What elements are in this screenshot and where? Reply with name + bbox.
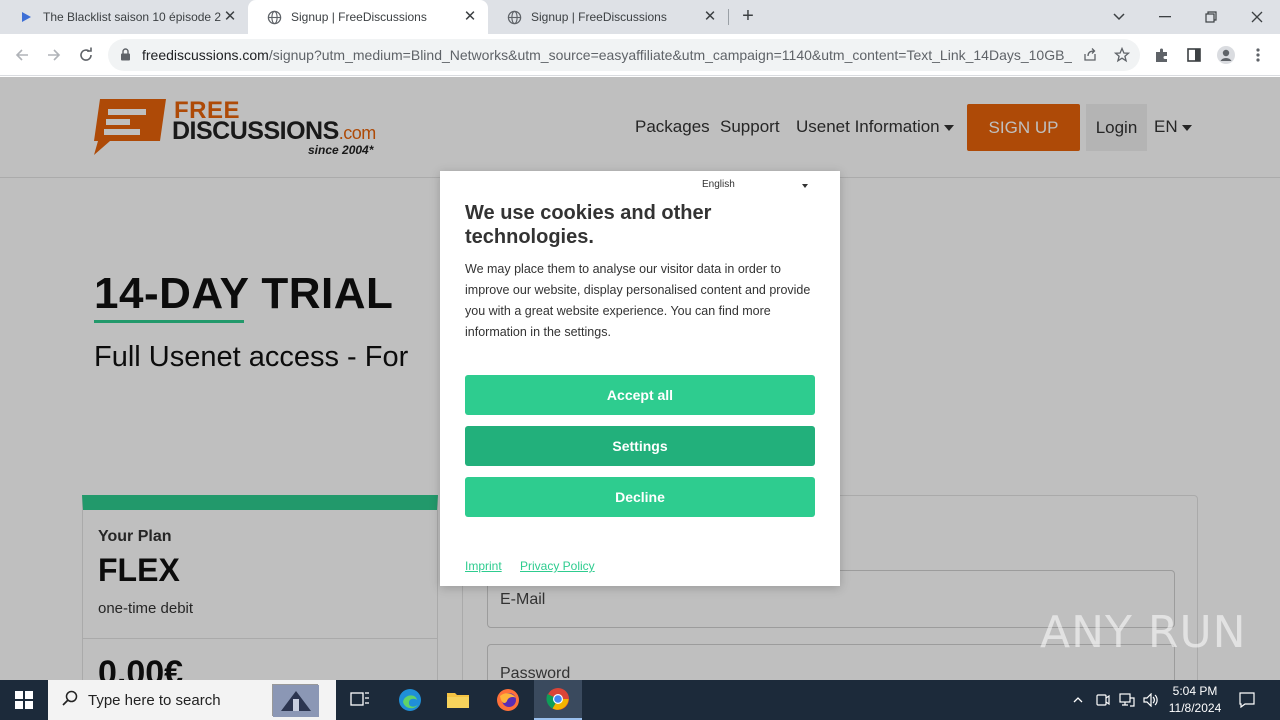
- privacy-policy-link[interactable]: Privacy Policy: [520, 559, 595, 573]
- windows-taskbar: Type here to search 5:04 PM 11/8/2024: [0, 680, 1280, 720]
- browser-tab[interactable]: Signup | FreeDiscussions ✕: [488, 0, 728, 34]
- taskbar-search-box[interactable]: Type here to search: [48, 680, 336, 720]
- firefox-icon[interactable]: [484, 680, 532, 720]
- tab-title: The Blacklist saison 10 épisode 2: [43, 10, 222, 24]
- windows-start-icon[interactable]: [0, 680, 48, 720]
- url-path: /signup?utm_medium=Blind_Networks&utm_so…: [268, 47, 1072, 63]
- close-tab-icon[interactable]: ✕: [702, 9, 718, 25]
- search-highlight-image: [272, 684, 319, 717]
- browser-toolbar: freediscussions.com/signup?utm_medium=Bl…: [0, 34, 1280, 76]
- reload-icon[interactable]: [74, 43, 98, 67]
- accept-all-button[interactable]: Accept all: [465, 375, 815, 415]
- restore-icon[interactable]: [1188, 0, 1234, 34]
- modal-language-select[interactable]: English: [702, 179, 808, 193]
- search-placeholder: Type here to search: [88, 691, 221, 709]
- close-window-icon[interactable]: [1234, 0, 1280, 34]
- bookmark-star-icon[interactable]: [1112, 45, 1132, 65]
- tab-search-chevron-icon[interactable]: [1096, 0, 1142, 34]
- system-clock[interactable]: 5:04 PM 11/8/2024: [1160, 683, 1230, 717]
- modal-title: We use cookies and other technologies.: [465, 202, 712, 248]
- task-view-icon[interactable]: [336, 680, 384, 720]
- show-hidden-icons-chevron[interactable]: [1068, 680, 1088, 720]
- file-explorer-icon[interactable]: [434, 680, 482, 720]
- imprint-link[interactable]: Imprint: [465, 559, 502, 573]
- notification-center-icon[interactable]: [1234, 680, 1260, 720]
- tab-title: Signup | FreeDiscussions: [291, 10, 427, 24]
- globe-icon: [506, 9, 522, 25]
- search-icon: [62, 690, 78, 711]
- back-arrow-icon[interactable]: [10, 43, 34, 67]
- browser-tab[interactable]: The Blacklist saison 10 épisode 2 ✕: [0, 0, 248, 34]
- browser-tab-active[interactable]: Signup | FreeDiscussions ✕: [248, 0, 488, 34]
- anyrun-watermark: ANY RUN: [1040, 607, 1247, 658]
- tab-title: Signup | FreeDiscussions: [531, 10, 667, 24]
- globe-icon: [266, 9, 282, 25]
- video-player-icon: [18, 9, 34, 25]
- url-text: freediscussions.com/signup?utm_medium=Bl…: [142, 47, 1072, 63]
- modal-body: We may place them to analyse our visitor…: [465, 262, 811, 339]
- address-bar[interactable]: freediscussions.com/signup?utm_medium=Bl…: [108, 39, 1140, 71]
- new-tab-button[interactable]: +: [736, 5, 760, 29]
- tab-separator: [728, 9, 729, 25]
- decline-button[interactable]: Decline: [465, 477, 815, 517]
- network-icon[interactable]: [1116, 680, 1138, 720]
- lock-icon[interactable]: [120, 48, 131, 66]
- share-icon[interactable]: [1080, 45, 1100, 65]
- extensions-puzzle-icon[interactable]: [1151, 44, 1173, 66]
- volume-icon[interactable]: [1140, 680, 1162, 720]
- close-tab-icon[interactable]: ✕: [222, 9, 238, 25]
- more-menu-icon[interactable]: [1247, 44, 1269, 66]
- close-tab-icon[interactable]: ✕: [462, 9, 478, 25]
- settings-button[interactable]: Settings: [465, 426, 815, 466]
- minimize-icon[interactable]: [1142, 0, 1188, 34]
- profile-avatar-icon[interactable]: [1215, 44, 1237, 66]
- browser-tab-bar: The Blacklist saison 10 épisode 2 ✕ Sign…: [0, 0, 1280, 34]
- url-domain: freediscussions.com: [142, 47, 269, 63]
- modal-language-value: English: [702, 179, 735, 190]
- clock-date: 11/8/2024: [1168, 701, 1222, 715]
- forward-arrow-icon[interactable]: [42, 43, 66, 67]
- web-page: FREE DISCUSSIONS.com since 2004* Package…: [0, 77, 1280, 680]
- cookie-consent-modal: English We use cookies and other technol…: [440, 171, 840, 586]
- meet-now-icon[interactable]: [1092, 680, 1114, 720]
- edge-browser-icon[interactable]: [386, 680, 434, 720]
- side-panel-icon[interactable]: [1183, 44, 1205, 66]
- caret-down-icon: [802, 184, 808, 188]
- chrome-icon[interactable]: [534, 680, 582, 720]
- clock-time: 5:04 PM: [1172, 684, 1218, 698]
